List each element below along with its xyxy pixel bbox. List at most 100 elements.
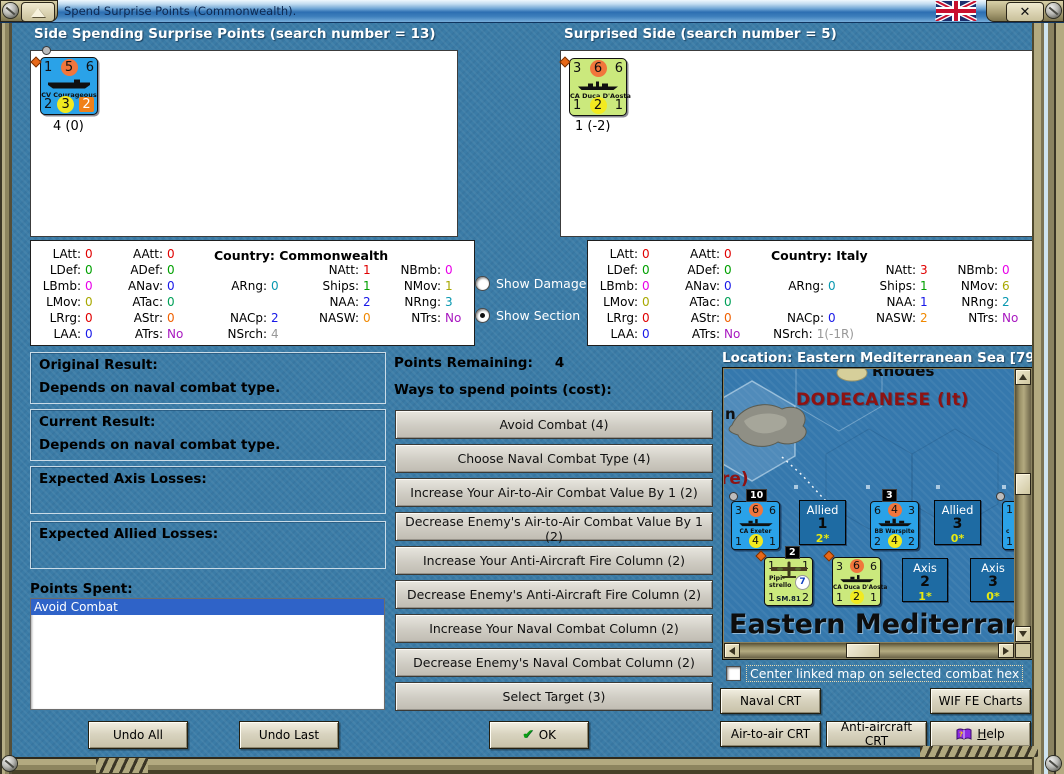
spend-option-button[interactable]: Decrease Enemy's Air-to-Air Combat Value…	[395, 512, 713, 544]
stat-cell: NBmb: 0	[946, 262, 1028, 278]
anti-aircraft-crt-button[interactable]: Anti-aircraft CRT	[826, 720, 927, 748]
map-viewport[interactable]: Rhodes DODECANESE (It) n re) 10 366 CA E…	[724, 369, 1014, 642]
spend-options-list: Avoid Combat (4) Choose Naval Combat Type…	[395, 410, 713, 711]
map-counter-partial[interactable]: 1 c 1	[1002, 501, 1014, 550]
minimize-button[interactable]	[21, 2, 55, 22]
spend-option-button[interactable]: Avoid Combat (4)	[395, 410, 713, 439]
counter-value: 3	[573, 61, 582, 76]
stat-cell: ATrs: No	[668, 326, 750, 342]
stat-label: ADef:	[687, 263, 720, 277]
horizontal-scroll-thumb[interactable]	[846, 643, 880, 658]
radio-label: Show Damage	[496, 276, 587, 291]
center-linked-map-checkbox[interactable]: Center linked map on selected combat hex	[727, 665, 1024, 682]
spend-option-button[interactable]: Increase Your Anti-Aircraft Fire Column …	[395, 546, 713, 575]
cruiser-silhouette-icon	[570, 79, 626, 91]
sea-zone-name: Eastern Mediterran	[729, 609, 1014, 640]
spend-option-button[interactable]: Decrease Enemy's Naval Combat Column (2)	[395, 648, 713, 677]
stat-value: 1	[920, 279, 928, 293]
stat-value: 0	[1002, 263, 1010, 277]
points-spent-label: Points Spent:	[30, 581, 133, 597]
stat-value: 4	[271, 327, 279, 341]
stat-cell	[193, 294, 297, 310]
stat-cell: NAA: 1	[854, 294, 946, 310]
air-to-air-crt-button[interactable]: Air-to-air CRT	[720, 721, 821, 747]
allied-stack-counter[interactable]: Allied 3 0*	[934, 500, 981, 545]
stat-value: 0	[167, 311, 175, 325]
spend-option-button[interactable]: Increase Your Air-to-Air Combat Value By…	[395, 478, 713, 507]
stat-value: No	[445, 311, 462, 325]
stat-cell	[750, 262, 854, 278]
show-section-radio[interactable]: Show Section	[476, 308, 580, 323]
spend-option-button[interactable]: Decrease Enemy's Anti-Aircraft Fire Colu…	[395, 580, 713, 609]
points-spent-item-selected[interactable]: Avoid Combat	[31, 599, 384, 615]
stat-label: NAtt:	[885, 263, 916, 277]
map-counter-pipistrello-sm81[interactable]: 11 Pipi- strello 7 1 SM.81 2	[764, 557, 813, 606]
allied-stack-counter[interactable]: Allied 1 2*	[799, 500, 846, 545]
stat-value: No	[1002, 311, 1019, 325]
stat-label: AAtt:	[690, 247, 720, 261]
stat-label: NACp:	[786, 311, 824, 325]
close-button[interactable]: ✕	[1006, 2, 1044, 22]
stat-value: 2	[920, 311, 928, 325]
stat-cell: LAtt: 0	[31, 246, 111, 262]
hex-mark	[794, 485, 798, 489]
help-button[interactable]: ? Help	[930, 721, 1031, 747]
stat-cell: ARng: 0	[750, 278, 854, 294]
axis-stack-counter[interactable]: Axis 3 0*	[970, 558, 1014, 603]
vertical-scroll-thumb[interactable]	[1015, 473, 1031, 495]
naval-crt-button[interactable]: Naval CRT	[720, 688, 821, 714]
left-arrow-icon	[729, 646, 735, 655]
selection-dot-icon	[996, 492, 1005, 501]
undo-all-button[interactable]: Undo All	[88, 721, 188, 749]
stat-cell: LRrg: 0	[588, 310, 668, 326]
up-arrow-icon	[1019, 374, 1027, 380]
current-result-title: Current Result:	[39, 414, 156, 430]
map-counter-ca-exeter[interactable]: 366 CA Exeter 141	[731, 501, 780, 550]
stat-value: 0	[828, 311, 836, 325]
unit-counter-ca-duca-daosta[interactable]: 366 CA Duca D'Aosta 121	[569, 58, 631, 116]
undo-last-button[interactable]: Undo Last	[239, 721, 339, 749]
stat-cell: NSrch: 4	[193, 326, 297, 342]
stat-value: 1(-1R)	[816, 327, 854, 341]
stat-cell: LRrg: 0	[31, 310, 111, 326]
stat-label: ATrs:	[691, 327, 720, 341]
axis-stack-counter[interactable]: Axis 2 1*	[902, 558, 948, 603]
screw-icon	[1046, 3, 1061, 18]
screw-icon	[3, 3, 18, 18]
stat-cell: ATac: 0	[668, 294, 750, 310]
spend-option-button[interactable]: Select Target (3)	[395, 682, 713, 711]
stat-value: 1	[445, 279, 453, 293]
map-counter-ca-duca-daosta[interactable]: 366 CA Duca D'Aosta 121	[832, 557, 887, 606]
map-horizontal-scrollbar[interactable]	[724, 643, 1014, 658]
scroll-right-button[interactable]	[998, 643, 1014, 658]
stat-cell: NAtt: 1	[297, 262, 389, 278]
scroll-left-button[interactable]	[724, 643, 740, 658]
scroll-down-button[interactable]	[1015, 626, 1031, 642]
stat-cell: NSrch: 1(-1R)	[750, 326, 854, 342]
show-damage-radio[interactable]: Show Damage	[476, 276, 586, 291]
title-bar[interactable]: Spend Surprise Points (Commonwealth).	[0, 0, 1064, 23]
stat-cell	[193, 262, 297, 278]
hex-mark	[936, 485, 940, 489]
stat-cell: LMov: 0	[31, 294, 111, 310]
stat-label: Ships:	[879, 279, 916, 293]
surprised-heading: Surprised Side (search number = 5)	[564, 26, 837, 42]
map-vertical-scrollbar[interactable]	[1015, 369, 1031, 642]
ways-to-spend-label: Ways to spend points (cost):	[394, 382, 612, 398]
scroll-up-button[interactable]	[1015, 369, 1031, 385]
points-spent-list[interactable]: Avoid Combat	[30, 598, 385, 710]
map-counter-bb-warspite[interactable]: 643 BB Warspite 242	[870, 501, 919, 550]
stat-label: ATrs:	[134, 327, 163, 341]
surprised-units-box[interactable]	[560, 50, 1033, 237]
radio-circle-icon	[476, 277, 489, 290]
wif-fe-charts-button[interactable]: WIF FE Charts	[930, 688, 1031, 714]
stat-cell: ANav: 0	[668, 278, 750, 294]
stat-label: LMov:	[46, 295, 81, 309]
ok-button[interactable]: ✔ OK	[489, 721, 589, 749]
stat-label: LDef:	[606, 263, 638, 277]
spend-option-button[interactable]: Increase Your Naval Combat Column (2)	[395, 614, 713, 643]
unit-counter-cv-courageous[interactable]: 156 CV Courageous 232	[40, 57, 98, 115]
help-book-icon: ?	[956, 728, 972, 740]
spend-option-button[interactable]: Choose Naval Combat Type (4)	[395, 444, 713, 473]
close-icon: ✕	[1019, 4, 1031, 20]
